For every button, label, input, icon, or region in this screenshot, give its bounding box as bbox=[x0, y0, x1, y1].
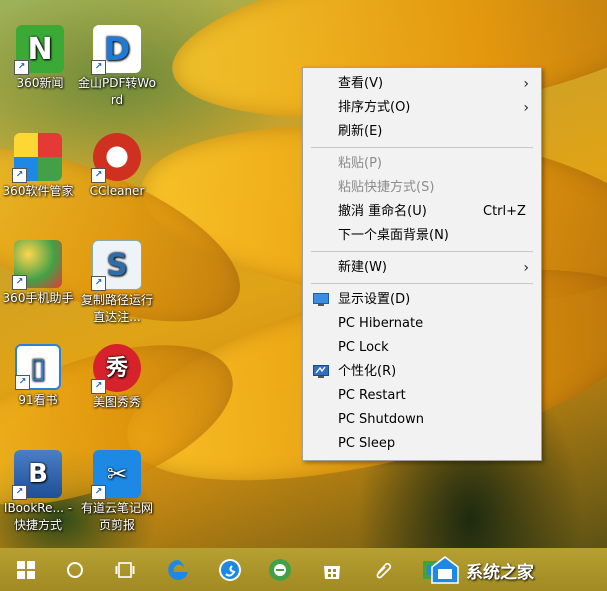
menu-item-pc-lock[interactable]: PC Lock bbox=[303, 336, 541, 360]
menu-item-paste[interactable]: 粘贴(P) bbox=[303, 152, 541, 176]
desktop-icon-91-books[interactable]: ▯ ↗ 91看书 bbox=[0, 344, 78, 409]
menu-item-paste-shortcut[interactable]: 粘贴快捷方式(S) bbox=[303, 176, 541, 200]
sogou-browser-icon[interactable] bbox=[216, 556, 244, 584]
desktop-icon-meitu[interactable]: 秀 ↗ 美图秀秀 bbox=[77, 344, 157, 411]
desktop-icon-label: CCleaner bbox=[89, 184, 145, 198]
ccleaner-icon: ↗ bbox=[91, 133, 141, 183]
desktop-icon-label: 91看书 bbox=[18, 393, 58, 407]
menu-item-display-settings[interactable]: 显示设置(D) bbox=[303, 288, 541, 312]
desktop-icon-label: 360手机助手 bbox=[2, 291, 74, 305]
desktop-icon-youdao[interactable]: ✂ ↗ 有道云笔记网页剪报 bbox=[77, 450, 157, 534]
360-phone-assistant-icon: ↗ bbox=[12, 240, 62, 290]
menu-item-next-background[interactable]: 下一个桌面背景(N) bbox=[303, 224, 541, 248]
chevron-right-icon: › bbox=[523, 100, 529, 116]
desktop-icon-360-news[interactable]: N ↗ 360新闻 bbox=[0, 25, 80, 92]
desktop-icon-label: 有道云笔记网页剪报 bbox=[80, 501, 153, 532]
chevron-right-icon: › bbox=[523, 76, 529, 92]
desktop-icon-label: 金山PDF转Word bbox=[78, 76, 156, 107]
watermark-text: 系统之家 bbox=[466, 562, 534, 583]
personalize-icon bbox=[313, 365, 329, 378]
ibookreader-icon: B ↗ bbox=[12, 450, 62, 500]
shortcut-text: Ctrl+Z bbox=[483, 204, 526, 219]
menu-item-pc-sleep[interactable]: PC Sleep bbox=[303, 432, 541, 456]
desktop-icon-ibookreader[interactable]: B ↗ IBookRe... - 快捷方式 bbox=[0, 450, 78, 534]
desktop-icon-jinshan-pdf[interactable]: D ↗ 金山PDF转Word bbox=[77, 25, 157, 109]
menu-separator bbox=[311, 283, 533, 284]
menu-item-new[interactable]: 新建(W) › bbox=[303, 256, 541, 280]
menu-item-sort[interactable]: 排序方式(O) › bbox=[303, 96, 541, 120]
copy-path-icon: S ↗ bbox=[91, 240, 142, 291]
desktop-icon-copy-path[interactable]: S ↗ 复制路径运行直达注... bbox=[77, 240, 157, 326]
desktop-icon-label: IBookRe... - 快捷方式 bbox=[3, 501, 73, 532]
cortana-icon[interactable] bbox=[61, 556, 89, 584]
desktop-icon-ccleaner[interactable]: ↗ CCleaner bbox=[77, 133, 157, 200]
desktop-icon-label: 360软件管家 bbox=[2, 184, 74, 198]
meitu-icon: 秀 ↗ bbox=[91, 344, 141, 394]
360-news-icon: N ↗ bbox=[14, 25, 64, 75]
store-icon[interactable] bbox=[318, 556, 346, 584]
desktop-context-menu: 查看(V) › 排序方式(O) › 刷新(E) 粘贴(P) 粘贴快捷方式(S) … bbox=[302, 67, 542, 461]
menu-item-undo-rename[interactable]: 撤消 重命名(U) Ctrl+Z bbox=[303, 200, 541, 224]
jinshan-pdf-icon: D ↗ bbox=[91, 25, 141, 75]
desktop-icon-label: 360新闻 bbox=[16, 76, 64, 90]
windows-start-icon[interactable] bbox=[12, 556, 40, 584]
edge-icon[interactable] bbox=[164, 556, 192, 584]
360-browser-icon[interactable] bbox=[266, 556, 294, 584]
menu-separator bbox=[311, 147, 533, 148]
watermark-logo-icon bbox=[431, 556, 459, 584]
menu-separator bbox=[311, 251, 533, 252]
menu-item-view[interactable]: 查看(V) › bbox=[303, 72, 541, 96]
menu-item-pc-shutdown[interactable]: PC Shutdown bbox=[303, 408, 541, 432]
desktop-icon-label: 美图秀秀 bbox=[92, 395, 141, 409]
menu-item-pc-hibernate[interactable]: PC Hibernate bbox=[303, 312, 541, 336]
task-view-icon[interactable] bbox=[111, 556, 139, 584]
360-software-manager-icon: ↗ bbox=[12, 133, 62, 183]
menu-item-refresh[interactable]: 刷新(E) bbox=[303, 120, 541, 144]
desktop-icon-360-phone-assistant[interactable]: ↗ 360手机助手 bbox=[0, 240, 78, 307]
menu-item-personalize[interactable]: 个性化(R) bbox=[303, 360, 541, 384]
desktop-icon-label: 复制路径运行直达注... bbox=[80, 293, 153, 324]
desktop-icon-360-software-manager[interactable]: ↗ 360软件管家 bbox=[0, 133, 78, 200]
youdao-clipper-icon: ✂ ↗ bbox=[91, 450, 141, 500]
menu-item-pc-restart[interactable]: PC Restart bbox=[303, 384, 541, 408]
monitor-icon bbox=[313, 293, 329, 306]
91-books-icon: ▯ ↗ bbox=[15, 344, 61, 390]
paperclip-icon[interactable] bbox=[369, 556, 397, 584]
watermark: 系统之家 bbox=[430, 552, 607, 588]
chevron-right-icon: › bbox=[523, 260, 529, 276]
